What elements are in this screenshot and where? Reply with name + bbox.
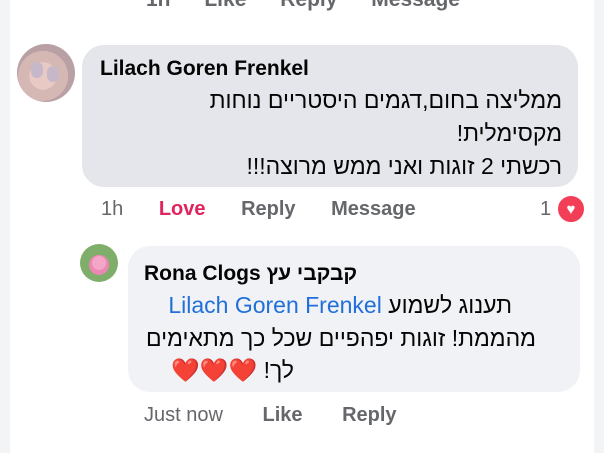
- prev-time: 1h: [146, 0, 171, 11]
- previous-comment-actions: 1h Like Reply Message: [146, 0, 488, 12]
- comment-time[interactable]: Just now: [144, 404, 223, 427]
- comment-actions: Just now Like Reply: [144, 404, 397, 427]
- comment-text-line: לך! ❤️❤️❤️: [171, 357, 294, 384]
- comment-actions: 1h Love Reply Message: [101, 198, 416, 221]
- reply-bubble: Rona Clogs קבקבי עץ תענוג לשמוע Lilach G…: [128, 246, 580, 392]
- love-button[interactable]: Love: [159, 198, 206, 221]
- left-edge: [0, 0, 10, 453]
- mention-link[interactable]: Lilach Goren Frenkel: [168, 292, 382, 318]
- reply-button[interactable]: Reply: [241, 198, 295, 221]
- comment-text-line: רכשתי 2 זוגות ואני ממש מרוצה!!!: [246, 153, 562, 179]
- avatar[interactable]: [17, 44, 75, 102]
- prev-like-button[interactable]: Like: [204, 0, 246, 11]
- prev-message-button[interactable]: Message: [371, 0, 460, 11]
- comment-text-line: מהממת! זוגות יפהפיים שכל כך מתאימים: [146, 325, 536, 351]
- comment-author[interactable]: Lilach Goren Frenkel: [100, 57, 309, 81]
- like-button[interactable]: Like: [263, 404, 303, 427]
- avatar[interactable]: [80, 244, 118, 282]
- reply-button[interactable]: Reply: [342, 404, 396, 427]
- heart-emojis: ❤️❤️❤️: [171, 357, 258, 383]
- reaction-count[interactable]: 1: [540, 198, 551, 221]
- reply-text: לך!: [263, 357, 294, 383]
- prev-reply-button[interactable]: Reply: [280, 0, 337, 11]
- comment-author[interactable]: Rona Clogs קבקבי עץ: [144, 262, 357, 286]
- message-button[interactable]: Message: [331, 198, 416, 221]
- avatar-image-detail: [31, 62, 43, 78]
- comment-bubble: Lilach Goren Frenkel ממליצה בחום,דגמים ה…: [82, 45, 578, 187]
- comment-text-line: מקסימלית!: [456, 120, 562, 146]
- reply-text: תענוג לשמוע: [388, 292, 512, 318]
- avatar-image-detail: [92, 256, 106, 270]
- heart-reaction-icon[interactable]: ♥: [556, 194, 586, 224]
- comment-text-line: תענוג לשמוע Lilach Goren Frenkel: [168, 292, 512, 319]
- avatar-image-detail: [47, 66, 59, 82]
- comment-text-line: ממליצה בחום,דגמים היסטריים נוחות: [209, 87, 562, 113]
- right-edge: [594, 0, 604, 453]
- comment-time[interactable]: 1h: [101, 198, 123, 221]
